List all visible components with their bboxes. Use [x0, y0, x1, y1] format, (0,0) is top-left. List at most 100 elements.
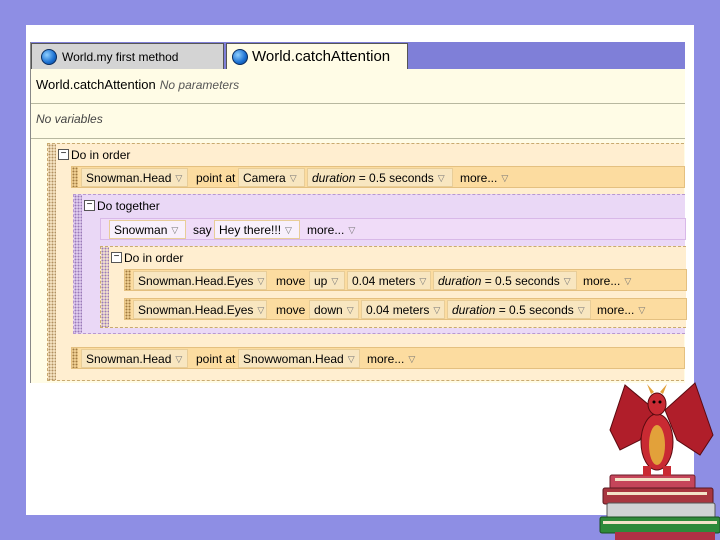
- block-label: Do together: [97, 199, 160, 213]
- dropdown-arrow-icon: ▽: [257, 305, 265, 316]
- dropdown-arrow-icon: ▽: [175, 173, 183, 184]
- object-dropdown[interactable]: Snowman ▽: [109, 220, 186, 239]
- do-together-block[interactable]: − Do together Snowman ▽ say Hey there!!! ▽…: [73, 194, 687, 334]
- command-label: move: [276, 274, 306, 288]
- block-label: Do in order: [124, 251, 184, 265]
- duration-label: duration: [438, 274, 482, 288]
- tab-my-first-method[interactable]: World.my first method: [31, 43, 224, 69]
- dropdown-arrow-icon: ▽: [563, 276, 571, 287]
- dropdown-arrow-icon: ▽: [175, 354, 183, 365]
- target-value: Snowwoman.Head: [243, 352, 344, 366]
- amount-dropdown[interactable]: 0.04 meters ▽: [347, 271, 431, 290]
- duration-value: = 0.5 seconds: [484, 274, 560, 288]
- block-label: Do in order: [71, 148, 131, 162]
- dragon: [609, 382, 714, 476]
- amount-dropdown[interactable]: 0.04 meters ▽: [361, 300, 445, 319]
- duration-value: = 0.5 seconds: [498, 303, 574, 317]
- tab-catch-attention[interactable]: World.catchAttention: [226, 43, 408, 69]
- duration-dropdown[interactable]: duration = 0.5 seconds ▽: [433, 271, 577, 290]
- more-label: more...: [307, 223, 345, 237]
- object-value: Snowman.Head.Eyes: [138, 274, 254, 288]
- command-row-say[interactable]: Snowman ▽ say Hey there!!! ▽ more... ▽: [100, 218, 686, 240]
- dropdown-arrow-icon: ▽: [408, 354, 416, 365]
- dropdown-arrow-icon: ▽: [624, 276, 632, 287]
- object-dropdown[interactable]: Snowman.Head.Eyes ▽: [133, 300, 267, 319]
- object-dropdown[interactable]: Snowman.Head.Eyes ▽: [133, 271, 267, 290]
- duration-value: = 0.5 seconds: [358, 171, 434, 185]
- divider: [31, 138, 685, 139]
- drag-handle[interactable]: [101, 247, 109, 327]
- drag-handle[interactable]: [48, 144, 56, 380]
- drag-handle[interactable]: [72, 348, 78, 368]
- direction-dropdown[interactable]: up ▽: [309, 271, 345, 290]
- minus-box-icon[interactable]: −: [84, 200, 95, 211]
- drag-handle[interactable]: [72, 167, 78, 187]
- tab-label: World.my first method: [62, 49, 179, 64]
- command-row-move-up[interactable]: Snowman.Head.Eyes ▽ move up ▽ 0.04 meters ▽…: [124, 269, 687, 291]
- divider: [31, 103, 685, 104]
- dropdown-arrow-icon: ▽: [257, 276, 265, 287]
- variables-label: No variables: [36, 112, 103, 126]
- dragon-illustration: [599, 382, 720, 540]
- text-dropdown[interactable]: Hey there!!! ▽: [214, 220, 300, 239]
- target-dropdown[interactable]: Snowwoman.Head ▽: [238, 349, 360, 368]
- more-label: more...: [583, 274, 621, 288]
- dropdown-arrow-icon: ▽: [347, 354, 355, 365]
- do-in-order-block[interactable]: − Do in order Snowman.Head ▽ point at Cam…: [47, 143, 687, 381]
- more-dropdown[interactable]: more... ▽: [455, 168, 513, 187]
- dropdown-arrow-icon: ▽: [501, 173, 509, 184]
- tab-label: World.catchAttention: [252, 48, 391, 65]
- inner-do-in-order-block[interactable]: − Do in order Snowman.Head.Eyes ▽ move up…: [100, 246, 687, 328]
- minus-box-icon[interactable]: −: [58, 149, 69, 160]
- say-text-value: Hey there!!!: [219, 223, 282, 237]
- dropdown-arrow-icon: ▽: [638, 305, 646, 316]
- dropdown-arrow-icon: ▽: [437, 173, 445, 184]
- target-value: Camera: [243, 171, 286, 185]
- dropdown-arrow-icon: ▽: [419, 276, 427, 287]
- dropdown-arrow-icon: ▽: [346, 305, 354, 316]
- more-dropdown[interactable]: more... ▽: [592, 300, 650, 319]
- more-dropdown[interactable]: more... ▽: [362, 349, 420, 368]
- tab-strip: World.my first method World.catchAttenti…: [31, 42, 685, 69]
- target-dropdown[interactable]: Camera ▽: [238, 168, 305, 187]
- drag-handle[interactable]: [74, 195, 82, 333]
- dropdown-arrow-icon: ▽: [289, 173, 297, 184]
- method-header: World.catchAttention No parameters: [36, 77, 239, 92]
- command-row-point-at-snowwoman[interactable]: Snowman.Head ▽ point at Snowwoman.Head ▽ m…: [71, 347, 685, 369]
- object-value: Snowman.Head: [86, 171, 172, 185]
- command-label: move: [276, 303, 306, 317]
- command-label: point at: [196, 171, 236, 185]
- more-label: more...: [460, 171, 498, 185]
- duration-label: duration: [312, 171, 356, 185]
- more-label: more...: [367, 352, 405, 366]
- dropdown-arrow-icon: ▽: [348, 225, 356, 236]
- duration-label: duration: [452, 303, 496, 317]
- direction-dropdown[interactable]: down ▽: [309, 300, 359, 319]
- command-row-move-down[interactable]: Snowman.Head.Eyes ▽ move down ▽ 0.04 meter…: [124, 298, 687, 320]
- more-dropdown[interactable]: more... ▽: [302, 220, 360, 239]
- minus-box-icon[interactable]: −: [111, 252, 122, 263]
- drag-handle[interactable]: [125, 299, 131, 319]
- method-name: World.catchAttention: [36, 77, 156, 92]
- duration-dropdown[interactable]: duration = 0.5 seconds ▽: [307, 168, 453, 187]
- object-value: Snowman: [114, 223, 168, 237]
- object-dropdown[interactable]: Snowman.Head ▽: [81, 349, 188, 368]
- parameters-label: No parameters: [159, 78, 240, 92]
- more-dropdown[interactable]: more... ▽: [578, 271, 636, 290]
- globe-icon: [232, 49, 248, 65]
- object-dropdown[interactable]: Snowman.Head ▽: [81, 168, 188, 187]
- object-value: Snowman.Head: [86, 352, 172, 366]
- command-label: point at: [196, 352, 236, 366]
- drag-handle[interactable]: [125, 270, 131, 290]
- direction-value: down: [314, 303, 343, 317]
- command-row-point-at[interactable]: Snowman.Head ▽ point at Camera ▽ duration …: [71, 166, 685, 188]
- amount-value: 0.04 meters: [352, 274, 416, 288]
- dropdown-arrow-icon: ▽: [331, 276, 339, 287]
- direction-value: up: [314, 274, 328, 288]
- dropdown-arrow-icon: ▽: [433, 305, 441, 316]
- dropdown-arrow-icon: ▽: [577, 305, 585, 316]
- object-value: Snowman.Head.Eyes: [138, 303, 254, 317]
- command-label: say: [193, 223, 212, 237]
- duration-dropdown[interactable]: duration = 0.5 seconds ▽: [447, 300, 591, 319]
- globe-icon: [41, 49, 57, 65]
